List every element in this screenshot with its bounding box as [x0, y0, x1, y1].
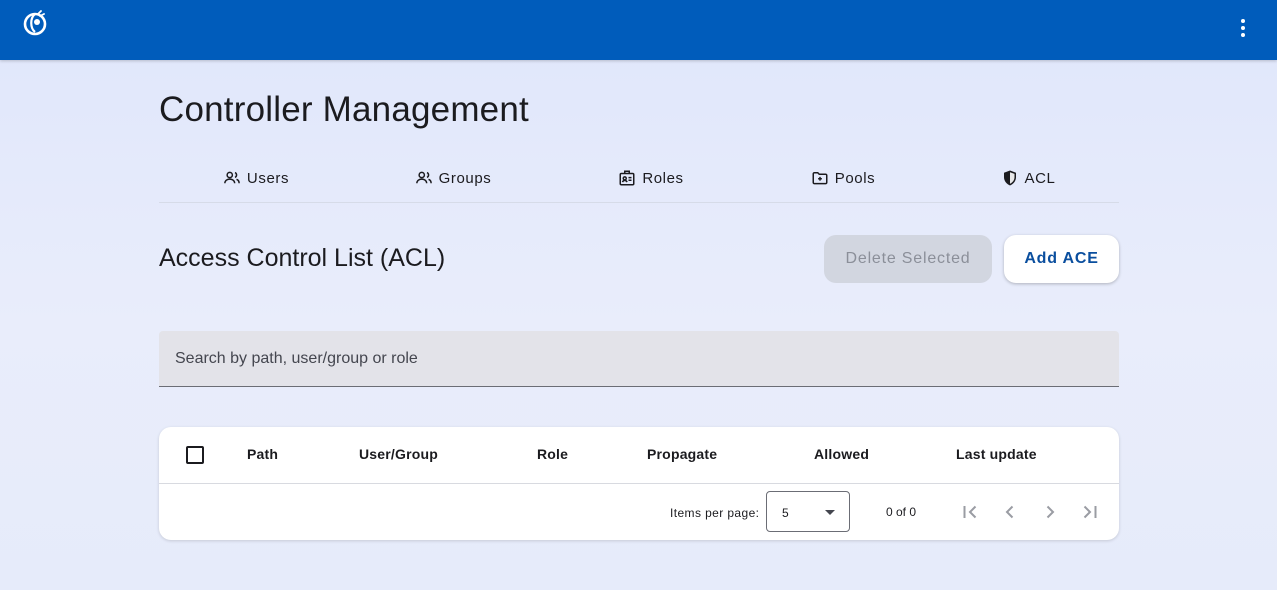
first-page-icon: [963, 505, 977, 519]
shield-icon: [1003, 170, 1016, 186]
tab-groups[interactable]: Groups: [353, 154, 553, 202]
users-icon: [224, 171, 240, 184]
roles-icon: [619, 170, 635, 186]
last-page-button[interactable]: [1078, 500, 1102, 524]
first-page-button[interactable]: [958, 500, 982, 524]
groups-icon: [415, 171, 432, 184]
add-ace-button[interactable]: Add ACE: [1004, 235, 1119, 283]
last-page-icon: [1083, 505, 1097, 519]
dropdown-arrow-icon: [825, 510, 835, 515]
items-per-page-label: Items per page:: [670, 506, 760, 520]
next-page-button[interactable]: [1038, 500, 1062, 524]
tab-acl[interactable]: ACL: [937, 154, 1119, 202]
column-header-allowed[interactable]: Allowed: [814, 446, 869, 462]
items-per-page-value: 5: [782, 506, 789, 520]
section-title: Access Control List (ACL): [159, 244, 446, 272]
delete-selected-button[interactable]: Delete Selected: [824, 235, 992, 283]
tab-users[interactable]: Users: [159, 154, 353, 202]
tab-bar: Users Groups Roles Pools ACL: [159, 154, 1119, 203]
pools-icon: [812, 172, 828, 185]
tab-pools[interactable]: Pools: [749, 154, 937, 202]
column-header-path[interactable]: Path: [247, 446, 278, 462]
tab-label: Users: [246, 169, 290, 187]
column-header-propagate[interactable]: Propagate: [647, 446, 717, 462]
tab-label: Roles: [642, 169, 684, 187]
top-app-bar: [0, 0, 1277, 60]
app-logo-icon[interactable]: [22, 10, 48, 36]
tab-label: ACL: [1024, 169, 1056, 187]
paginator: Items per page: 5 0 of 0: [159, 484, 1119, 540]
chevron-right-icon: [1046, 505, 1055, 519]
select-all-checkbox[interactable]: [186, 446, 204, 464]
tab-roles[interactable]: Roles: [553, 154, 749, 202]
column-header-role[interactable]: Role: [537, 446, 568, 462]
items-per-page-select[interactable]: 5: [766, 491, 850, 532]
table-header-row: Path User/Group Role Propagate Allowed L…: [159, 427, 1119, 484]
chevron-left-icon: [1005, 505, 1014, 519]
tab-label: Groups: [438, 169, 492, 187]
column-header-last-update[interactable]: Last update: [956, 446, 1037, 462]
more-vert-icon[interactable]: [1231, 16, 1255, 40]
range-label: 0 of 0: [886, 505, 917, 519]
previous-page-button[interactable]: [998, 500, 1022, 524]
search-field: [159, 331, 1119, 387]
page-title: Controller Management: [159, 90, 529, 129]
search-input[interactable]: [159, 331, 1119, 386]
column-header-user-group[interactable]: User/Group: [359, 446, 438, 462]
tab-label: Pools: [834, 169, 876, 187]
acl-table: Path User/Group Role Propagate Allowed L…: [159, 427, 1119, 540]
